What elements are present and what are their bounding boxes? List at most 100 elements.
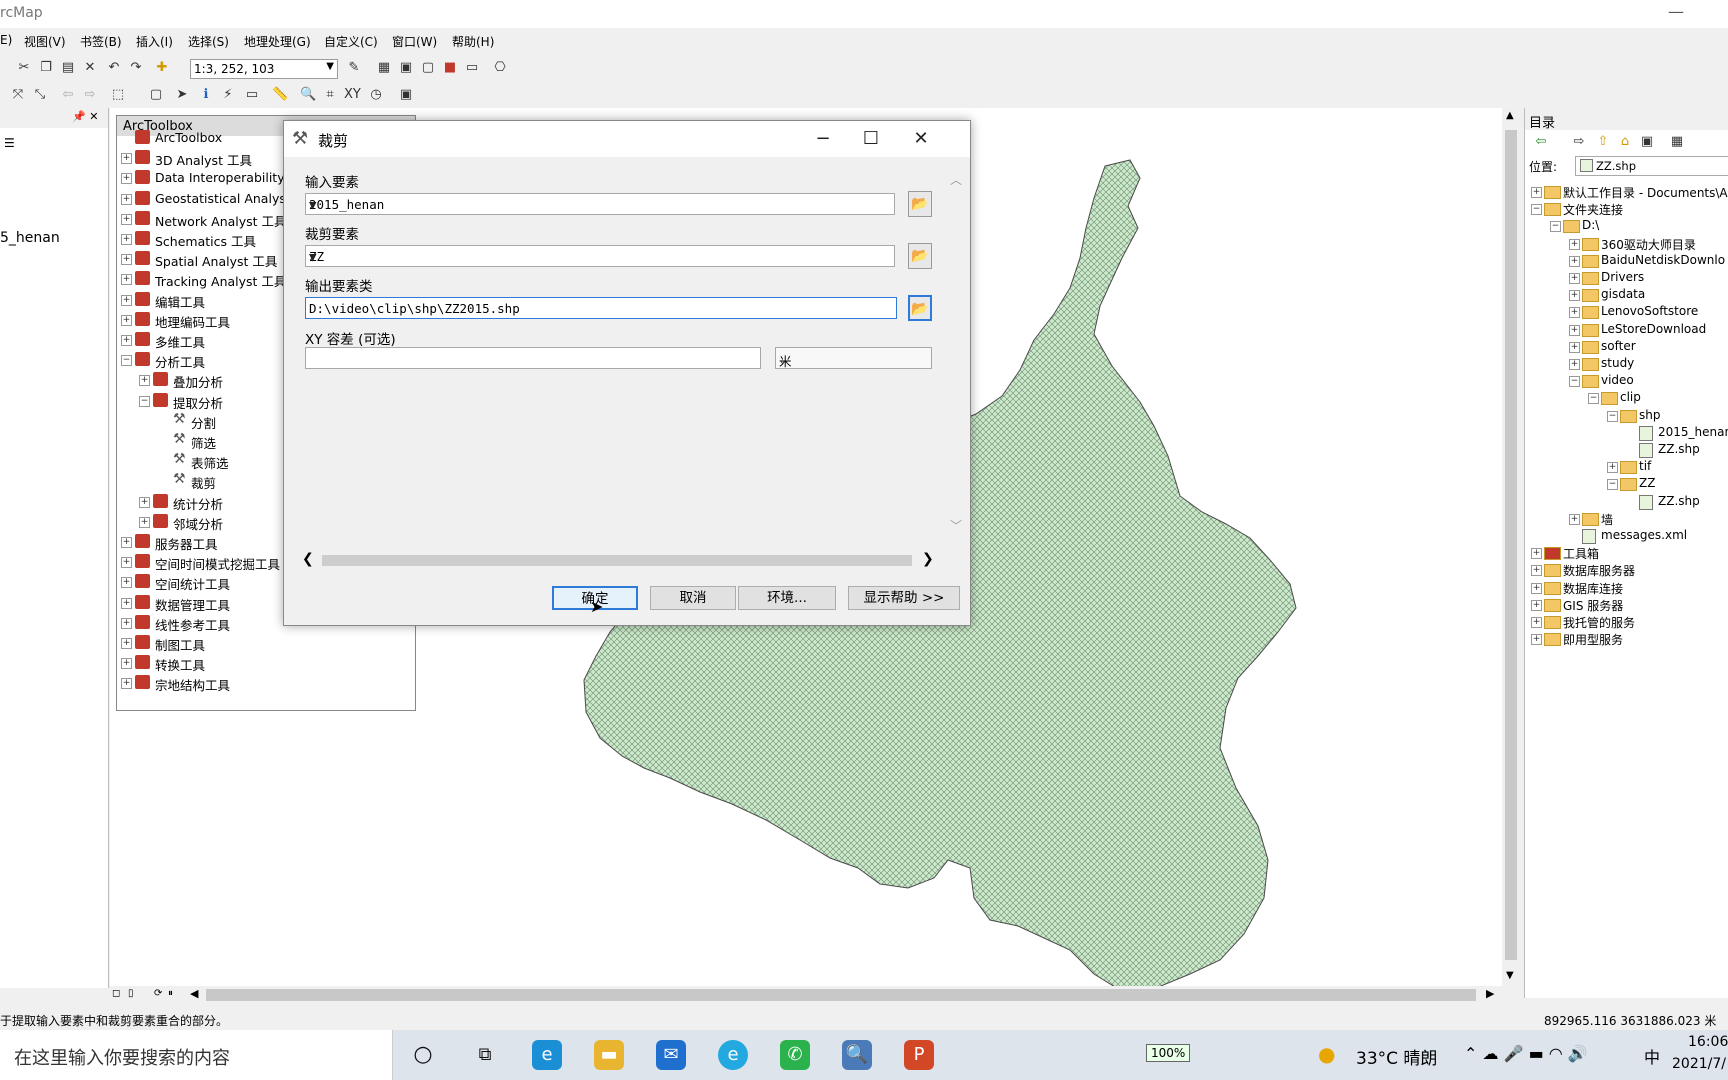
chevron-down-icon[interactable]: ﹀	[950, 517, 962, 534]
expand-icon[interactable]: +	[121, 335, 132, 346]
expand-icon[interactable]: +	[121, 678, 132, 690]
expand-icon[interactable]: +	[121, 173, 132, 185]
expand-icon[interactable]: +	[121, 597, 132, 609]
minimize-button[interactable]: −	[810, 127, 836, 151]
collapse-icon[interactable]: −	[139, 395, 150, 407]
pause-icon[interactable]: ⏸	[168, 988, 173, 999]
collapse-icon[interactable]: −	[121, 355, 132, 367]
expand-icon[interactable]: +	[1569, 273, 1580, 284]
expand-icon[interactable]: +	[121, 234, 132, 245]
map-scale-combo[interactable]: 1:3, 252, 103 ▼	[190, 59, 338, 79]
environments-button[interactable]: 环境...	[738, 586, 836, 610]
menu-geoprocessing[interactable]: 地理处理(G)	[244, 33, 311, 50]
mail-icon[interactable]: ✉	[656, 1040, 686, 1070]
map-horizontal-scrollbar[interactable]: ◻ ▯ ⟳ ⏸ ◀ ▶	[110, 986, 1502, 1004]
browser-icon[interactable]: e	[718, 1040, 748, 1070]
viewer-icon[interactable]: ▣	[398, 87, 414, 103]
expand-icon[interactable]: +	[1531, 617, 1542, 628]
menu-item[interactable]: E)	[0, 33, 12, 47]
forward-icon[interactable]: ⇨	[1571, 134, 1587, 150]
collapse-icon[interactable]: −	[1550, 221, 1561, 233]
measure-icon[interactable]: 📏	[272, 87, 288, 103]
layer-name[interactable]: 5_henan	[0, 230, 60, 246]
list-by-drawing-order-icon[interactable]: ☰	[4, 136, 15, 150]
ime-indicator[interactable]: 中	[1644, 1044, 1660, 1068]
powerpoint-icon[interactable]: P	[904, 1040, 934, 1070]
expand-icon[interactable]: +	[1531, 187, 1542, 198]
find-route-icon[interactable]: ⌗	[322, 87, 338, 103]
menu-insert[interactable]: 插入(I)	[136, 33, 173, 50]
menu-help[interactable]: 帮助(H)	[452, 33, 494, 50]
expand-icon[interactable]: +	[121, 617, 132, 629]
expand-icon[interactable]: +	[121, 274, 132, 286]
battery-indicator[interactable]: 100%	[1146, 1044, 1191, 1062]
cancel-button[interactable]: 取消	[650, 586, 736, 610]
input-features-combo[interactable]: 2015_henan ▼	[305, 193, 895, 215]
chevron-down-icon[interactable]: ▼	[309, 197, 890, 212]
menu-bookmarks[interactable]: 书签(B)	[80, 33, 122, 50]
table-window-icon[interactable]: ▦	[376, 60, 392, 76]
expand-icon[interactable]: +	[1569, 359, 1580, 370]
home-icon[interactable]: ⌂	[1617, 134, 1633, 150]
fixed-zoom-in-icon[interactable]: ⤧	[10, 87, 26, 103]
cortana-icon[interactable]: ○	[408, 1040, 438, 1070]
expand-icon[interactable]: +	[121, 557, 132, 569]
up-folder-icon[interactable]: ⇧	[1595, 134, 1611, 150]
chevron-down-icon[interactable]: ▼	[309, 249, 890, 264]
close-button[interactable]: ✕	[908, 127, 934, 151]
pin-close-icon[interactable]: 📌 ✕	[72, 110, 98, 123]
menu-view[interactable]: 视图(V)	[24, 33, 66, 50]
forward-icon[interactable]: ⇨	[82, 87, 98, 103]
catalog-window-icon[interactable]: ▣	[398, 60, 414, 76]
back-icon[interactable]: ⇦	[60, 87, 76, 103]
clock-time[interactable]: 16:06	[1688, 1034, 1728, 1050]
fixed-zoom-out-icon[interactable]: ⤡	[32, 87, 48, 103]
python-window-icon[interactable]: ▭	[464, 60, 480, 76]
expand-icon[interactable]: +	[121, 314, 132, 326]
expand-icon[interactable]: +	[121, 294, 132, 306]
expand-icon[interactable]: +	[1531, 599, 1542, 611]
menu-customize[interactable]: 自定义(C)	[324, 33, 378, 50]
expand-icon[interactable]: +	[1531, 582, 1542, 594]
undo-icon[interactable]: ↶	[106, 60, 122, 76]
editor-icon[interactable]: ✎	[346, 60, 362, 76]
show-help-button[interactable]: 显示帮助 >>	[848, 586, 960, 610]
chevron-right-icon[interactable]: ❯	[922, 551, 934, 567]
expand-icon[interactable]: +	[1569, 307, 1580, 319]
expand-icon[interactable]: +	[1607, 462, 1618, 474]
expand-icon[interactable]: +	[121, 213, 132, 225]
expand-icon[interactable]: +	[121, 577, 132, 589]
hyperlink-icon[interactable]: ⚡	[220, 87, 236, 103]
chevron-up-icon[interactable]: ︿	[950, 171, 962, 188]
expand-icon[interactable]: +	[121, 153, 132, 165]
back-icon[interactable]: ⇦	[1533, 134, 1549, 150]
output-feature-class-input[interactable]: D:\video\clip\shp\ZZ2015.shp	[305, 297, 897, 319]
chevron-left-icon[interactable]: ❮	[302, 551, 314, 567]
wechat-icon[interactable]: ✆	[780, 1040, 810, 1070]
delete-icon[interactable]: ✕	[82, 60, 98, 76]
minimize-button[interactable]: —	[1668, 2, 1684, 21]
find-icon[interactable]: 🔍	[300, 87, 316, 103]
edge-icon[interactable]: e	[532, 1040, 562, 1070]
copy-icon[interactable]: ❐	[38, 60, 54, 76]
map-vertical-scrollbar[interactable]: ▲ ▼	[1502, 108, 1520, 986]
collapse-icon[interactable]: −	[1607, 479, 1618, 491]
location-input[interactable]: ZZ.shp	[1575, 156, 1728, 176]
clip-features-combo[interactable]: ZZ ▼	[305, 245, 895, 267]
linear-unit-select[interactable]: 米 ⌄	[775, 347, 932, 369]
weather-text[interactable]: 33°C 晴朗	[1356, 1044, 1437, 1069]
chevron-left-icon[interactable]: ◀	[190, 987, 198, 1000]
expand-icon[interactable]: +	[1569, 290, 1580, 302]
collapse-icon[interactable]: −	[1588, 393, 1599, 405]
refresh-icon[interactable]: ⟳	[154, 988, 162, 999]
toolbox-window-icon[interactable]: ■	[442, 60, 458, 76]
expand-icon[interactable]: +	[1531, 565, 1542, 577]
model-builder-icon[interactable]: ⎔	[492, 60, 508, 76]
expand-icon[interactable]: +	[121, 254, 132, 266]
expand-icon[interactable]: +	[1569, 238, 1580, 250]
select-elements-icon[interactable]: ➤	[174, 87, 190, 103]
chevron-right-icon[interactable]: ▶	[1486, 987, 1494, 1000]
clock-date[interactable]: 2021/7/	[1672, 1056, 1726, 1072]
collapse-icon[interactable]: −	[1569, 376, 1580, 388]
expand-icon[interactable]: +	[121, 537, 132, 548]
